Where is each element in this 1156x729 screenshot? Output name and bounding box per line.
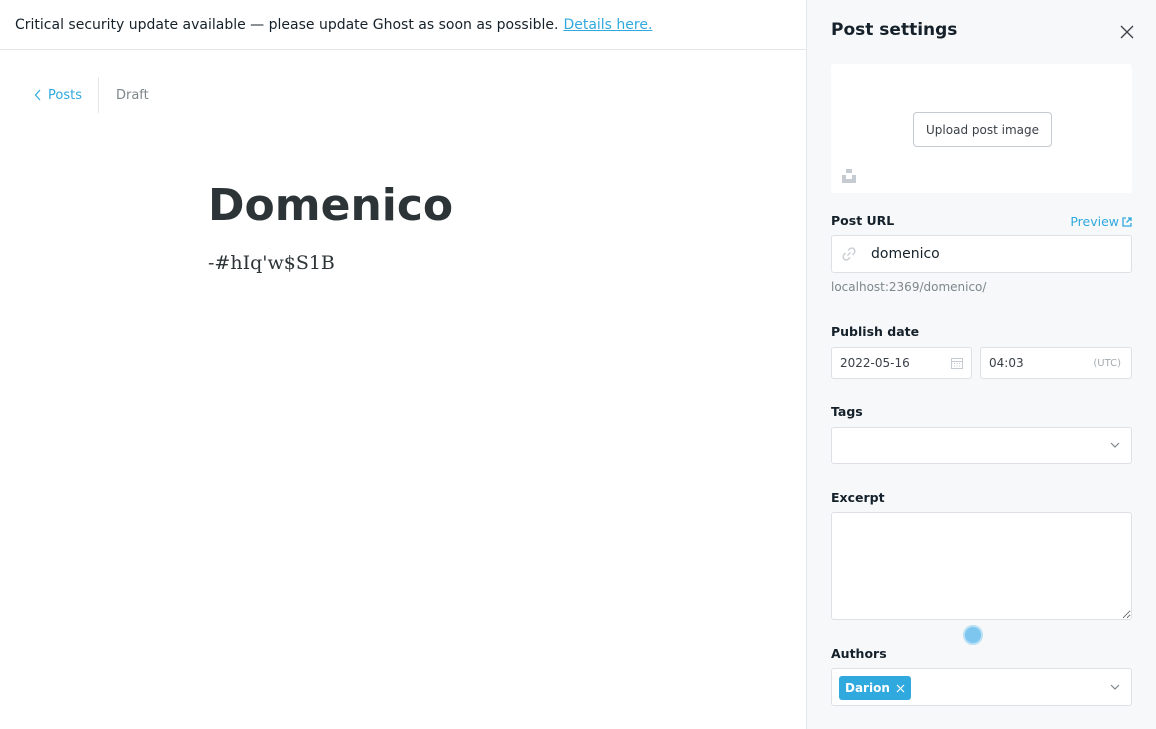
post-url-field — [831, 235, 1132, 273]
authors-select[interactable]: Darion — [831, 668, 1132, 706]
remove-author-icon[interactable] — [896, 684, 905, 693]
post-image-area: Upload post image — [831, 64, 1132, 193]
post-url-hint: localhost:2369/domenico/ — [831, 280, 987, 294]
excerpt-label: Excerpt — [831, 490, 885, 505]
publish-date-label: Publish date — [831, 324, 920, 339]
upload-post-image-button[interactable]: Upload post image — [913, 112, 1052, 147]
publish-time-input[interactable]: 04:03 (UTC) — [980, 347, 1132, 379]
post-body[interactable]: -#hIq'w$S1B — [208, 252, 335, 274]
post-title[interactable]: Domenico — [208, 176, 453, 236]
calendar-icon[interactable] — [951, 357, 963, 369]
external-link-icon — [1122, 216, 1132, 227]
publish-date-value: 2022-05-16 — [840, 356, 910, 370]
authors-label: Authors — [831, 646, 887, 661]
chevron-left-icon — [34, 89, 41, 101]
preview-label: Preview — [1070, 214, 1119, 229]
author-name: Darion — [845, 681, 890, 695]
update-banner: Critical security update available — ple… — [0, 0, 806, 50]
breadcrumb: Posts Draft — [34, 77, 149, 113]
tags-label: Tags — [831, 404, 863, 419]
excerpt-textarea[interactable] — [831, 512, 1132, 620]
chevron-down-icon — [1110, 684, 1120, 690]
unsplash-icon[interactable] — [842, 169, 856, 183]
post-url-label: Post URL — [831, 213, 895, 228]
close-icon[interactable] — [1117, 22, 1137, 42]
publish-date-input[interactable]: 2022-05-16 — [831, 347, 972, 379]
banner-details-link[interactable]: Details here. — [563, 17, 652, 33]
back-to-posts-label: Posts — [48, 87, 82, 103]
back-to-posts-link[interactable]: Posts — [34, 77, 99, 113]
banner-message: Critical security update available — ple… — [15, 16, 559, 33]
cursor-indicator — [963, 625, 983, 645]
chevron-down-icon — [1110, 442, 1120, 448]
post-settings-panel: Post settings Upload post image Post URL… — [806, 0, 1156, 729]
timezone-label: (UTC) — [1093, 357, 1121, 369]
panel-title: Post settings — [831, 20, 958, 40]
post-url-input[interactable] — [869, 245, 1113, 263]
author-tag: Darion — [839, 676, 911, 700]
link-icon — [842, 247, 856, 261]
tags-select[interactable] — [831, 427, 1132, 464]
post-status: Draft — [115, 87, 149, 103]
publish-time-value: 04:03 — [989, 356, 1024, 370]
preview-link[interactable]: Preview — [1070, 214, 1132, 229]
